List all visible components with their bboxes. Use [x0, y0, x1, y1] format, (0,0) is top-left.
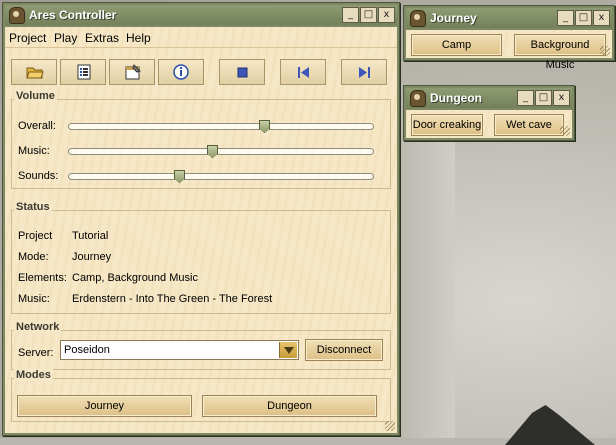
journey-titlebar[interactable]: Journey _ □ x: [406, 8, 612, 28]
menu-help[interactable]: Help: [126, 31, 151, 45]
toolbar-info-button[interactable]: [158, 59, 204, 85]
server-label: Server:: [18, 347, 54, 359]
dungeon-minimize-button[interactable]: _: [517, 90, 534, 106]
background-pillar: [395, 140, 455, 438]
status-mode-key: Mode:: [18, 251, 49, 263]
main-client-area: Project Play Extras Help Volume Overall:…: [5, 27, 397, 433]
toolbar-properties-button[interactable]: [109, 59, 155, 85]
journey-maximize-button[interactable]: □: [575, 10, 592, 26]
list-icon: [77, 64, 91, 80]
dungeon-window-title: Dungeon: [430, 91, 482, 105]
toolbar-open-button[interactable]: [11, 59, 57, 85]
minimize-button[interactable]: _: [342, 7, 359, 23]
music-volume-slider[interactable]: [68, 145, 374, 158]
overall-volume-slider[interactable]: [68, 120, 374, 133]
sounds-slider-handle[interactable]: [174, 170, 185, 183]
journey-background-music-button[interactable]: Background Music: [514, 34, 606, 71]
resize-grip[interactable]: [385, 421, 395, 431]
status-group-title: Status: [14, 201, 52, 213]
sounds-volume-slider[interactable]: [68, 170, 374, 183]
status-group: Status Project Tutorial Mode: Journey El…: [11, 201, 391, 314]
mode-journey-button[interactable]: Journey: [17, 395, 192, 417]
dungeon-maximize-button[interactable]: □: [535, 90, 552, 106]
toolbar-next-button[interactable]: [341, 59, 387, 85]
menu-divider: [5, 47, 397, 48]
status-mode-value: Journey: [72, 251, 112, 263]
status-elements-value: Camp, Background Music: [72, 272, 198, 284]
overall-label: Overall:: [18, 120, 56, 132]
close-button[interactable]: x: [378, 7, 395, 23]
window-title: Ares Controller: [29, 8, 117, 22]
journey-resize-grip[interactable]: [600, 46, 610, 56]
dungeon-window: Dungeon _ □ x Door creaking Wet cave: [403, 85, 575, 141]
dungeon-helmet-icon: [410, 90, 426, 107]
skip-back-icon: [298, 67, 309, 78]
menu-bar: Project Play Extras Help: [5, 27, 397, 47]
music-slider-handle[interactable]: [207, 145, 218, 158]
dungeon-client-area: Door creaking Wet cave: [406, 110, 572, 138]
main-window: Ares Controller _ □ x Project Play Extra…: [2, 2, 400, 436]
status-project-key: Project: [18, 230, 53, 242]
network-group: Network Server: Poseidon Disconnect: [11, 321, 391, 370]
chevron-down-icon[interactable]: [279, 342, 297, 358]
dungeon-resize-grip[interactable]: [560, 126, 570, 136]
modes-group-title: Modes: [14, 369, 53, 381]
volume-group: Volume Overall: Music: Sounds:: [11, 90, 391, 189]
sounds-label: Sounds:: [18, 170, 59, 182]
journey-helmet-icon: [410, 10, 426, 27]
journey-close-button[interactable]: x: [593, 10, 610, 26]
maximize-button[interactable]: □: [360, 7, 377, 23]
modes-group: Modes Journey Dungeon: [11, 369, 391, 422]
server-combobox[interactable]: Poseidon: [60, 340, 299, 360]
app-helmet-icon: [9, 7, 25, 24]
journey-window-title: Journey: [430, 11, 477, 25]
network-group-title: Network: [14, 321, 62, 333]
settings-document-icon: [125, 64, 141, 80]
status-music-key: Music:: [18, 293, 50, 305]
journey-camp-button[interactable]: Camp: [411, 34, 502, 56]
stop-icon: [237, 67, 248, 78]
main-titlebar[interactable]: Ares Controller _ □ x: [5, 5, 397, 25]
toolbar-previous-button[interactable]: [280, 59, 326, 85]
journey-minimize-button[interactable]: _: [557, 10, 574, 26]
dungeon-close-button[interactable]: x: [553, 90, 570, 106]
dungeon-titlebar[interactable]: Dungeon _ □ x: [406, 88, 572, 108]
music-label: Music:: [18, 145, 50, 157]
info-icon: [173, 64, 189, 80]
mode-dungeon-button[interactable]: Dungeon: [202, 395, 377, 417]
overall-slider-handle[interactable]: [259, 120, 270, 133]
menu-play[interactable]: Play: [54, 31, 77, 45]
server-combobox-value: Poseidon: [64, 344, 110, 356]
dungeon-door-creaking-button[interactable]: Door creaking: [411, 114, 483, 136]
toolbar-stop-button[interactable]: [219, 59, 265, 85]
open-folder-icon: [26, 67, 44, 79]
journey-client-area: Camp Background Music: [406, 30, 612, 71]
dungeon-wet-cave-button[interactable]: Wet cave: [494, 114, 564, 136]
menu-project[interactable]: Project: [9, 31, 46, 45]
volume-group-title: Volume: [14, 90, 57, 102]
menu-extras[interactable]: Extras: [85, 31, 119, 45]
journey-window: Journey _ □ x Camp Background Music: [403, 5, 615, 71]
status-project-value: Tutorial: [72, 230, 109, 242]
status-music-value: Erdenstern - Into The Green - The Forest: [72, 293, 273, 305]
skip-forward-icon: [359, 67, 370, 78]
disconnect-button[interactable]: Disconnect: [305, 339, 383, 361]
status-elements-key: Elements:: [18, 272, 67, 284]
toolbar-list-button[interactable]: [60, 59, 106, 85]
